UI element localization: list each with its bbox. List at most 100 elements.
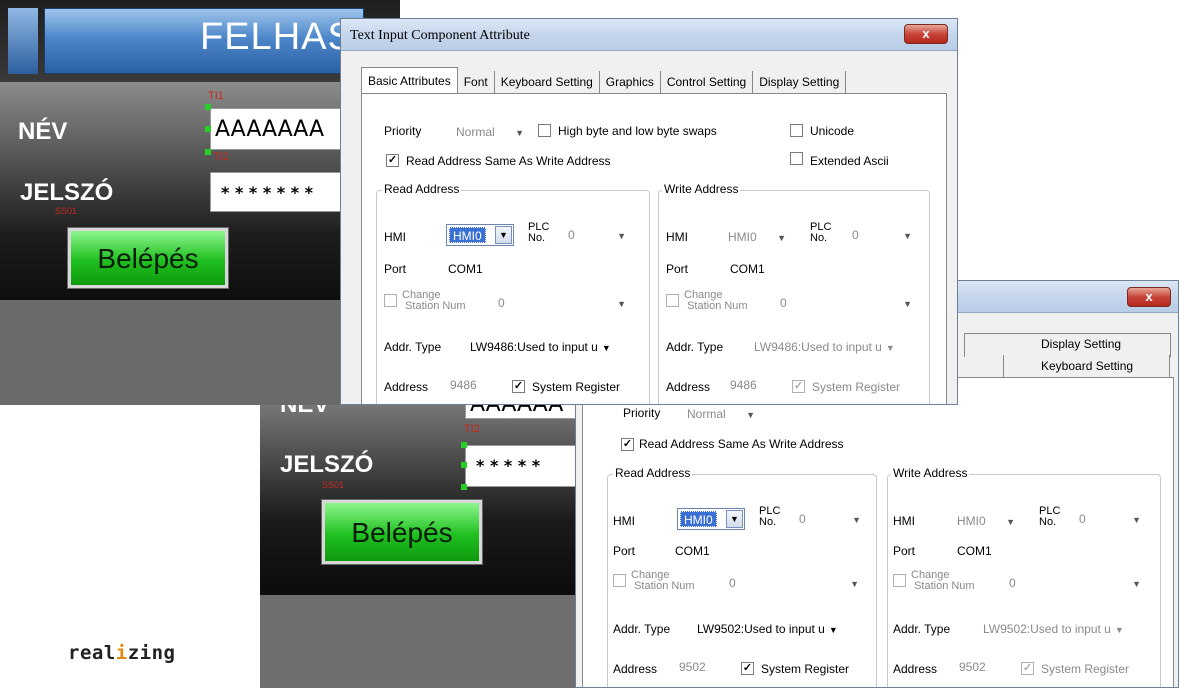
tab-display-setting[interactable]: Display Setting <box>753 71 847 93</box>
write-change-station-checkbox[interactable] <box>666 294 679 307</box>
read-addr-type-label: Addr. Type <box>613 622 671 636</box>
write-plc-select[interactable]: 0 ▼ <box>1079 512 1143 532</box>
read-addr-type-select[interactable]: LW9486:Used to input u ▼ <box>470 340 611 354</box>
tab-border <box>964 333 965 357</box>
read-address-input[interactable]: 9486 <box>450 378 477 392</box>
login-button[interactable]: Belépés <box>67 227 229 289</box>
read-port-label: Port <box>613 544 636 558</box>
write-hmi-select[interactable]: HMI0 ▼ <box>957 514 1017 534</box>
selection-handle[interactable] <box>461 484 467 490</box>
tab-basic-attributes[interactable]: Basic Attributes <box>361 67 458 93</box>
read-station-select[interactable]: 0 ▼ <box>498 296 628 316</box>
write-station-select[interactable]: 0 ▼ <box>1009 576 1143 596</box>
write-address-label: Address <box>666 380 711 394</box>
unicode-label: Unicode <box>810 124 855 138</box>
read-address-label: Address <box>384 380 429 394</box>
attribute-dialog-1: Text Input Component Attribute x Basic A… <box>340 18 958 405</box>
extended-ascii-label: Extended Ascii <box>810 154 889 168</box>
read-hmi-label: HMI <box>384 230 406 244</box>
read-system-register-checkbox[interactable]: ✓ <box>741 662 754 675</box>
write-addr-type-select[interactable]: LW9486:Used to input u ▼ <box>754 340 895 354</box>
password-input[interactable]: * * * * * <box>465 445 580 487</box>
write-station-select[interactable]: 0 ▼ <box>780 296 914 316</box>
priority-label: Priority <box>623 406 661 420</box>
write-port-value: COM1 <box>957 544 992 558</box>
read-plc-select[interactable]: 0 ▼ <box>799 512 863 532</box>
write-addr-type-select[interactable]: LW9502:Used to input u ▼ <box>983 622 1124 636</box>
write-plc-label: PLC No. <box>1039 505 1061 528</box>
write-port-label: Port <box>666 262 689 276</box>
byte-swap-label: High byte and low byte swaps <box>558 124 717 138</box>
read-system-register-checkbox[interactable]: ✓ <box>512 380 525 393</box>
tag-ss01: SS01 <box>55 206 78 216</box>
read-address-input[interactable]: 9502 <box>679 660 706 674</box>
write-system-register-label: System Register <box>812 380 901 394</box>
write-change-station-label: Change Station Num <box>684 289 748 312</box>
write-change-station-label: Change Station Num <box>911 569 975 592</box>
tab-border <box>1169 355 1170 377</box>
tag-ti1: TI1 <box>208 90 224 102</box>
write-system-register-checkbox[interactable]: ✓ <box>792 380 805 393</box>
hmi-screen-bottom: NÉV AAAAAA TI2 JELSZÓ * * * * * SS01 Bel… <box>260 405 580 688</box>
tab-control-setting[interactable]: Control Setting <box>661 71 754 93</box>
write-change-station-checkbox[interactable] <box>893 574 906 587</box>
write-address-input[interactable]: 9486 <box>730 378 757 392</box>
write-hmi-select[interactable]: HMI0 ▼ <box>728 230 788 250</box>
same-address-label: Read Address Same As Write Address <box>406 154 611 168</box>
read-plc-select[interactable]: 0 ▼ <box>568 228 628 248</box>
write-address-title: Write Address <box>891 466 970 480</box>
write-plc-select[interactable]: 0 ▼ <box>852 228 914 248</box>
read-port-value: COM1 <box>448 262 483 276</box>
dialog-title: Text Input Component Attribute <box>350 28 530 43</box>
name-label: NÉV <box>18 118 68 145</box>
tab-keyboard-setting[interactable]: Keyboard Setting <box>495 71 600 93</box>
dialog-content: Priority Normal ▼ High byte and low byte … <box>361 93 947 404</box>
read-port-value: COM1 <box>675 544 710 558</box>
read-station-select[interactable]: 0 ▼ <box>729 576 861 596</box>
login-button[interactable]: Belépés <box>321 499 483 565</box>
priority-select[interactable]: Normal ▼ <box>687 407 757 427</box>
tab-display-setting[interactable]: Display Setting <box>1041 337 1121 351</box>
password-label: JELSZÓ <box>20 179 114 206</box>
tab-font[interactable]: Font <box>458 71 495 93</box>
hmi-banner-edge <box>8 8 38 74</box>
close-icon[interactable]: x <box>1127 287 1171 307</box>
tab-border <box>1170 333 1171 357</box>
extended-ascii-checkbox[interactable] <box>790 152 803 165</box>
read-change-station-label: Change Station Num <box>631 569 695 592</box>
read-hmi-select[interactable]: HMI0 ▼ <box>446 224 514 246</box>
selection-handle[interactable] <box>461 462 467 468</box>
write-address-input[interactable]: 9502 <box>959 660 986 674</box>
tab-keyboard-setting[interactable]: Keyboard Setting <box>1041 359 1133 373</box>
unicode-checkbox[interactable] <box>790 124 803 137</box>
read-hmi-label: HMI <box>613 514 635 528</box>
realizing-logo: realizing <box>68 642 176 664</box>
selection-handle[interactable] <box>205 104 211 110</box>
selection-handle[interactable] <box>461 442 467 448</box>
selection-handle[interactable] <box>205 126 211 132</box>
read-change-station-checkbox[interactable] <box>613 574 626 587</box>
same-address-checkbox[interactable]: ✓ <box>386 154 399 167</box>
byte-swap-checkbox[interactable] <box>538 124 551 137</box>
tab-border <box>964 333 1170 334</box>
same-address-checkbox[interactable]: ✓ <box>621 438 634 451</box>
read-change-station-checkbox[interactable] <box>384 294 397 307</box>
name-input[interactable]: AAAAAA <box>465 405 580 419</box>
write-system-register-checkbox[interactable]: ✓ <box>1021 662 1034 675</box>
tab-graphics[interactable]: Graphics <box>600 71 661 93</box>
priority-label: Priority <box>384 124 422 138</box>
read-address-title: Read Address <box>382 182 462 196</box>
close-icon[interactable]: x <box>904 24 948 44</box>
read-addr-type-select[interactable]: LW9502:Used to input u ▼ <box>697 622 838 636</box>
write-plc-label: PLC No. <box>810 221 832 244</box>
read-plc-label: PLC No. <box>528 221 550 244</box>
dialog-content: Priority Normal ▼ ✓ Read Address Same As … <box>582 377 1174 687</box>
write-port-value: COM1 <box>730 262 765 276</box>
selection-handle[interactable] <box>205 149 211 155</box>
priority-select[interactable]: Normal ▼ <box>456 125 526 145</box>
read-hmi-select[interactable]: HMI0 ▼ <box>677 508 745 530</box>
write-address-title: Write Address <box>662 182 741 196</box>
read-system-register-label: System Register <box>532 380 621 394</box>
write-addr-type-label: Addr. Type <box>893 622 951 636</box>
read-change-station-label: Change Station Num <box>402 289 466 312</box>
